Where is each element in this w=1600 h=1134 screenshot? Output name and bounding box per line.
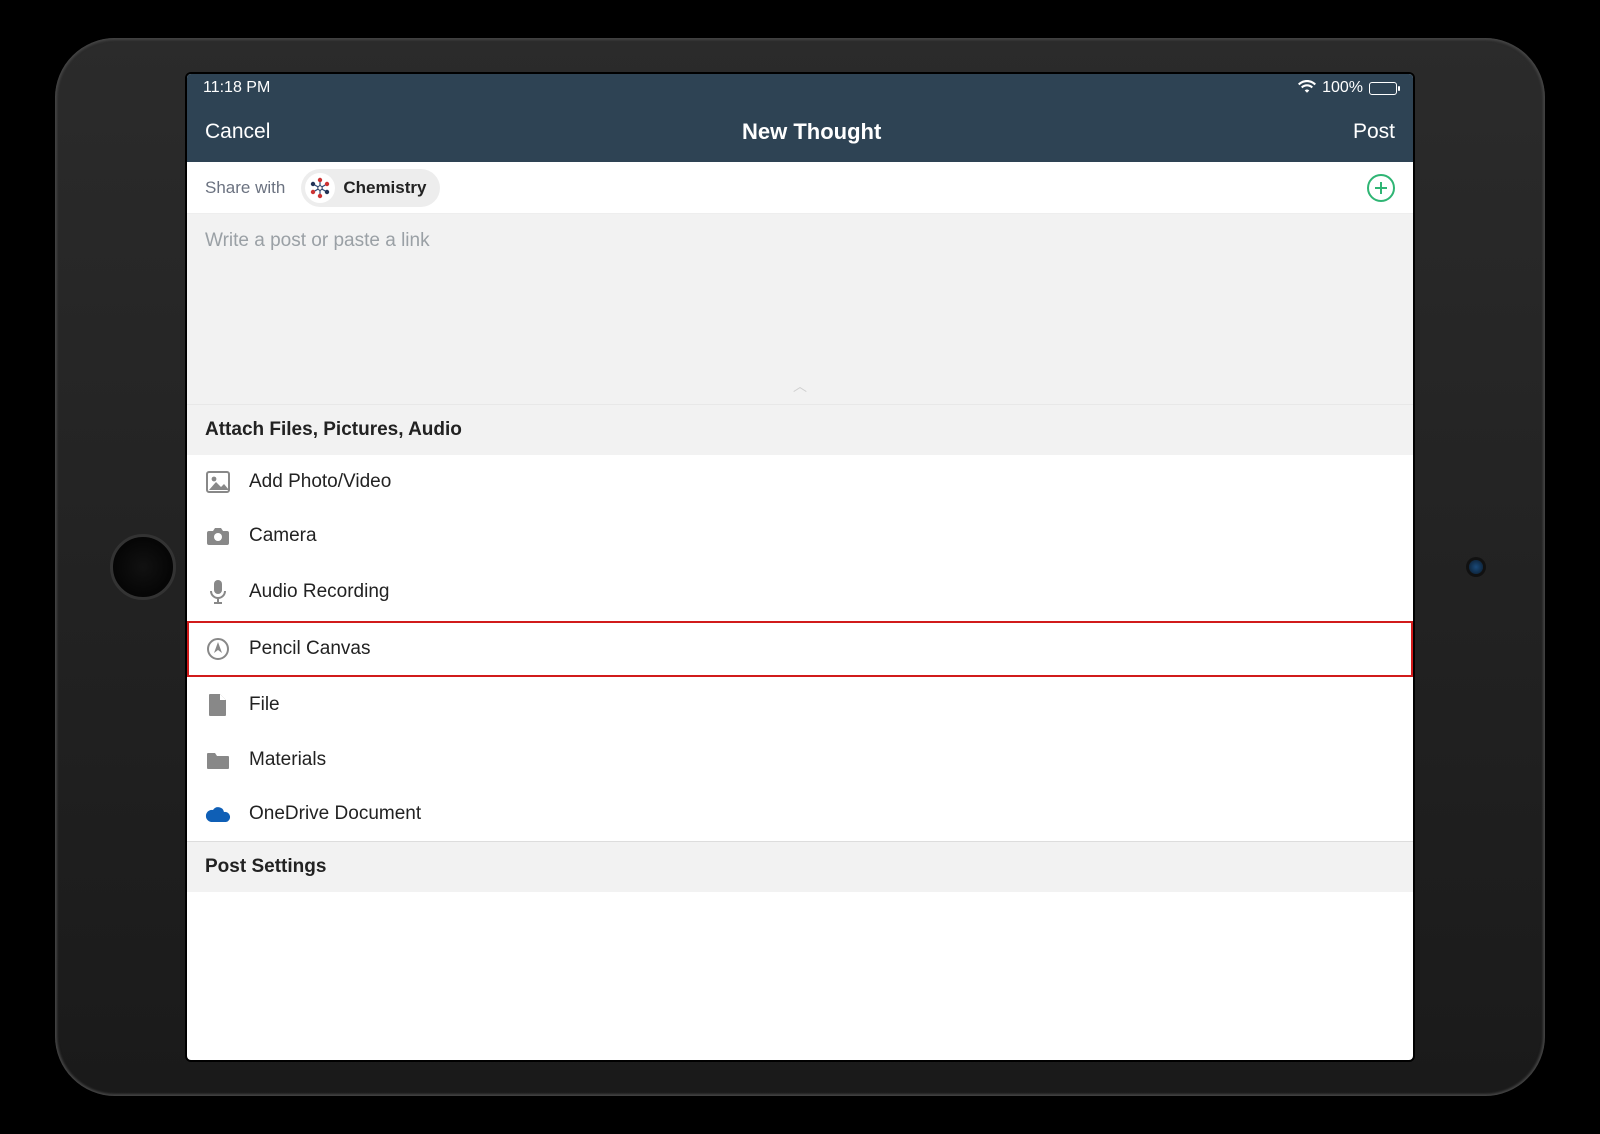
- row-label: File: [249, 694, 280, 716]
- status-time: 11:18 PM: [203, 79, 270, 97]
- ipad-frame: 11:18 PM 100% Cancel New Thought Post Sh…: [55, 38, 1545, 1096]
- share-with-row: Share with Chemistry: [187, 162, 1413, 214]
- share-chip-label: Chemistry: [343, 178, 426, 198]
- add-recipient-button[interactable]: [1367, 174, 1395, 202]
- row-onedrive-document[interactable]: OneDrive Document: [187, 787, 1413, 841]
- compose-area[interactable]: Write a post or paste a link ︿: [187, 214, 1413, 404]
- row-label: Camera: [249, 525, 317, 547]
- onedrive-icon: [205, 805, 231, 823]
- row-add-photo-video[interactable]: Add Photo/Video: [187, 455, 1413, 509]
- post-settings-header: Post Settings: [187, 841, 1413, 892]
- attachment-list: Add Photo/Video Camera Audio Recording P…: [187, 455, 1413, 841]
- row-label: Audio Recording: [249, 581, 389, 603]
- row-camera[interactable]: Camera: [187, 509, 1413, 563]
- row-audio-recording[interactable]: Audio Recording: [187, 563, 1413, 621]
- status-right: 100%: [1298, 79, 1397, 98]
- row-label: Materials: [249, 749, 326, 771]
- row-label: Pencil Canvas: [249, 638, 370, 660]
- folder-icon: [205, 750, 231, 770]
- screen: 11:18 PM 100% Cancel New Thought Post Sh…: [185, 72, 1415, 1062]
- row-materials[interactable]: Materials: [187, 733, 1413, 787]
- share-with-label: Share with: [205, 178, 285, 198]
- row-pencil-canvas[interactable]: Pencil Canvas: [187, 621, 1413, 677]
- compose-placeholder: Write a post or paste a link: [205, 230, 1395, 252]
- attach-section-header: Attach Files, Pictures, Audio: [187, 404, 1413, 455]
- nav-bar: Cancel New Thought Post: [187, 102, 1413, 162]
- camera-icon: [205, 526, 231, 546]
- file-icon: [205, 693, 231, 717]
- row-label: Add Photo/Video: [249, 471, 391, 493]
- wifi-icon: [1298, 79, 1316, 98]
- front-camera: [1469, 560, 1483, 574]
- photo-icon: [205, 471, 231, 493]
- row-label: OneDrive Document: [249, 803, 421, 825]
- row-file[interactable]: File: [187, 677, 1413, 733]
- cancel-button[interactable]: Cancel: [205, 120, 270, 144]
- chevron-up-icon[interactable]: ︿: [793, 376, 807, 396]
- post-button[interactable]: Post: [1353, 120, 1395, 144]
- battery-icon: [1369, 82, 1397, 95]
- molecule-icon: [305, 173, 335, 203]
- microphone-icon: [205, 579, 231, 605]
- status-bar: 11:18 PM 100%: [187, 74, 1413, 102]
- pencil-canvas-icon: [205, 637, 231, 661]
- share-chip-chemistry[interactable]: Chemistry: [301, 169, 440, 207]
- battery-percent: 100%: [1322, 79, 1363, 97]
- home-button[interactable]: [110, 534, 176, 600]
- page-title: New Thought: [742, 119, 881, 145]
